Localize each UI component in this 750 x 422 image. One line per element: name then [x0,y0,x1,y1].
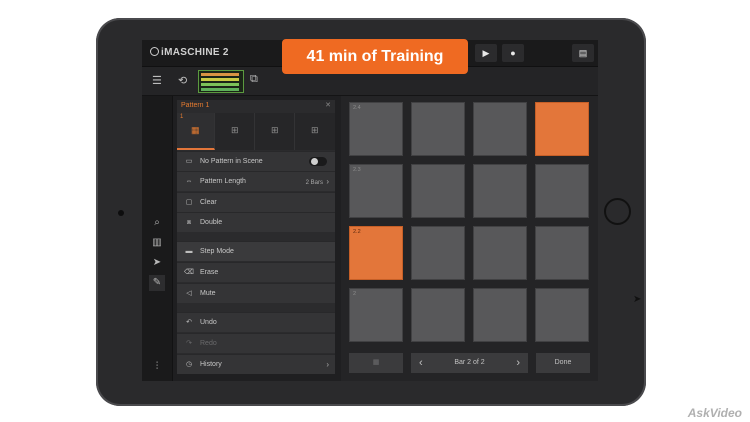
undo-button[interactable]: ↶ Undo [177,312,335,332]
pattern-length-value: 2 Bars › [305,177,329,186]
pad[interactable] [535,102,589,156]
add-pattern-slot-icon: ⊞ [311,125,319,135]
seq-track-1 [201,73,239,76]
mouse-cursor-icon: ➤ [633,294,642,305]
pad[interactable] [473,164,527,218]
grid-view-button[interactable]: ▦ [349,353,403,373]
close-icon[interactable]: ✕ [325,101,331,109]
pattern-title: Pattern 1 [181,102,210,109]
chevron-right-icon: › [326,177,329,186]
loop-icon[interactable]: ⟲ [178,74,187,87]
mute-icon: ◁ [186,290,192,297]
pad-bar-label: 2 [353,291,357,297]
training-banner: 41 min of Training [282,39,468,74]
pad[interactable] [411,164,465,218]
app-screen: iMASCHINE 2 ▶ ● ▤ ☰ ⟲ ⧉ ⌕ ▥ ➤ ✎ ⫶ Patter… [142,40,598,381]
pad-bar-label: 2.4 [353,105,361,111]
keyboard-button[interactable]: ▤ [572,44,594,62]
pattern-slot-2[interactable]: ⊞ [217,113,255,150]
select-icon[interactable]: ➤ [149,255,165,271]
scene-icon: ▭ [185,158,193,165]
seq-track-3 [201,83,239,86]
edit-pencil-icon[interactable]: ✎ [149,275,165,291]
pad[interactable] [411,226,465,280]
add-pattern-icon[interactable]: ⧉ [250,73,258,86]
keyboard-icon: ▤ [578,48,588,58]
pad[interactable]: 2.2 [349,226,403,280]
pad[interactable] [535,288,589,342]
sliders-icon[interactable]: ⫶ [149,359,165,375]
done-button[interactable]: Done [536,353,590,373]
length-arrows-icon: ⇔ [185,178,193,185]
search-icon[interactable]: ⌕ [149,215,165,231]
pad[interactable] [535,226,589,280]
grid-icon: ▦ [372,359,380,366]
pad[interactable] [473,226,527,280]
pad-grid-area: 2.4 2.3 2.2 2 ▦ ‹ Bar 2 of 2 › Done [341,96,598,381]
record-button[interactable]: ● [502,44,524,62]
add-pattern-slot-icon: ⊞ [231,125,239,135]
pattern-slot-4[interactable]: ⊞ [297,113,335,150]
undo-icon: ↶ [186,319,192,326]
redo-icon: ↷ [186,340,192,347]
slot-number: 1 [180,114,184,120]
home-button[interactable] [604,198,631,225]
pattern-length-item[interactable]: ⇔ Pattern Length 2 Bars › [177,171,335,191]
pad[interactable] [473,102,527,156]
add-pattern-slot-icon: ⊞ [271,125,279,135]
bar-navigator: ‹ Bar 2 of 2 › [411,353,528,373]
pattern-slots: 1 ▦ ⊞ ⊞ ⊞ [177,113,335,150]
history-icon: ◷ [185,361,193,368]
play-button[interactable]: ▶ [475,44,497,62]
redo-button[interactable]: ↷ Redo [177,333,335,353]
pad[interactable]: 2 [349,288,403,342]
erase-button[interactable]: ⌫ Erase [177,262,335,282]
pad[interactable] [411,102,465,156]
pattern-panel: Pattern 1 ✕ 1 ▦ ⊞ ⊞ ⊞ ▭ No Pattern in Sc… [177,100,335,374]
bar-indicator: Bar 2 of 2 [454,359,485,366]
pad[interactable]: 2.4 [349,102,403,156]
front-camera [118,210,124,216]
pattern-slot-1[interactable]: 1 ▦ [177,113,215,150]
step-mode-icon: ▬ [185,248,193,255]
pad[interactable] [535,164,589,218]
record-icon: ● [510,48,516,58]
clear-button[interactable]: ▢ Clear [177,192,335,212]
history-button[interactable]: ◷ History › [177,354,335,374]
clear-icon: ▢ [185,199,193,206]
toggle-switch[interactable] [309,157,327,166]
eraser-icon: ⌫ [184,269,194,276]
pad-bar-label: 2.2 [353,229,361,235]
menu-icon[interactable]: ☰ [152,74,162,87]
watermark: AskVideo [687,406,742,420]
chevron-left-icon[interactable]: ‹ [419,353,423,373]
seq-track-2 [201,78,239,81]
chevron-right-icon[interactable]: › [516,353,520,373]
pattern-active-icon: ▦ [191,125,200,135]
pad[interactable] [473,288,527,342]
step-mode-button[interactable]: ▬ Step Mode [177,241,335,261]
app-logo: iMASCHINE 2 [150,47,229,58]
pattern-slot-3[interactable]: ⊞ [257,113,295,150]
left-sidebar: ⌕ ▥ ➤ ✎ ⫶ [142,96,173,381]
double-button[interactable]: ⧈ Double [177,212,335,232]
logo-ring-icon [150,47,159,56]
pattern-header: Pattern 1 ✕ [177,100,335,112]
double-icon: ⧈ [186,219,192,226]
seq-track-4 [201,88,239,91]
mute-button[interactable]: ◁ Mute [177,283,335,303]
mixer-icon[interactable]: ▥ [149,235,165,251]
play-icon: ▶ [482,48,490,58]
chevron-right-icon: › [326,360,329,369]
pad[interactable]: 2.3 [349,164,403,218]
pad[interactable] [411,288,465,342]
pad-bar-label: 2.3 [353,167,361,173]
no-pattern-in-scene-toggle[interactable]: ▭ No Pattern in Scene [177,151,335,171]
sequence-overview[interactable] [198,70,244,93]
